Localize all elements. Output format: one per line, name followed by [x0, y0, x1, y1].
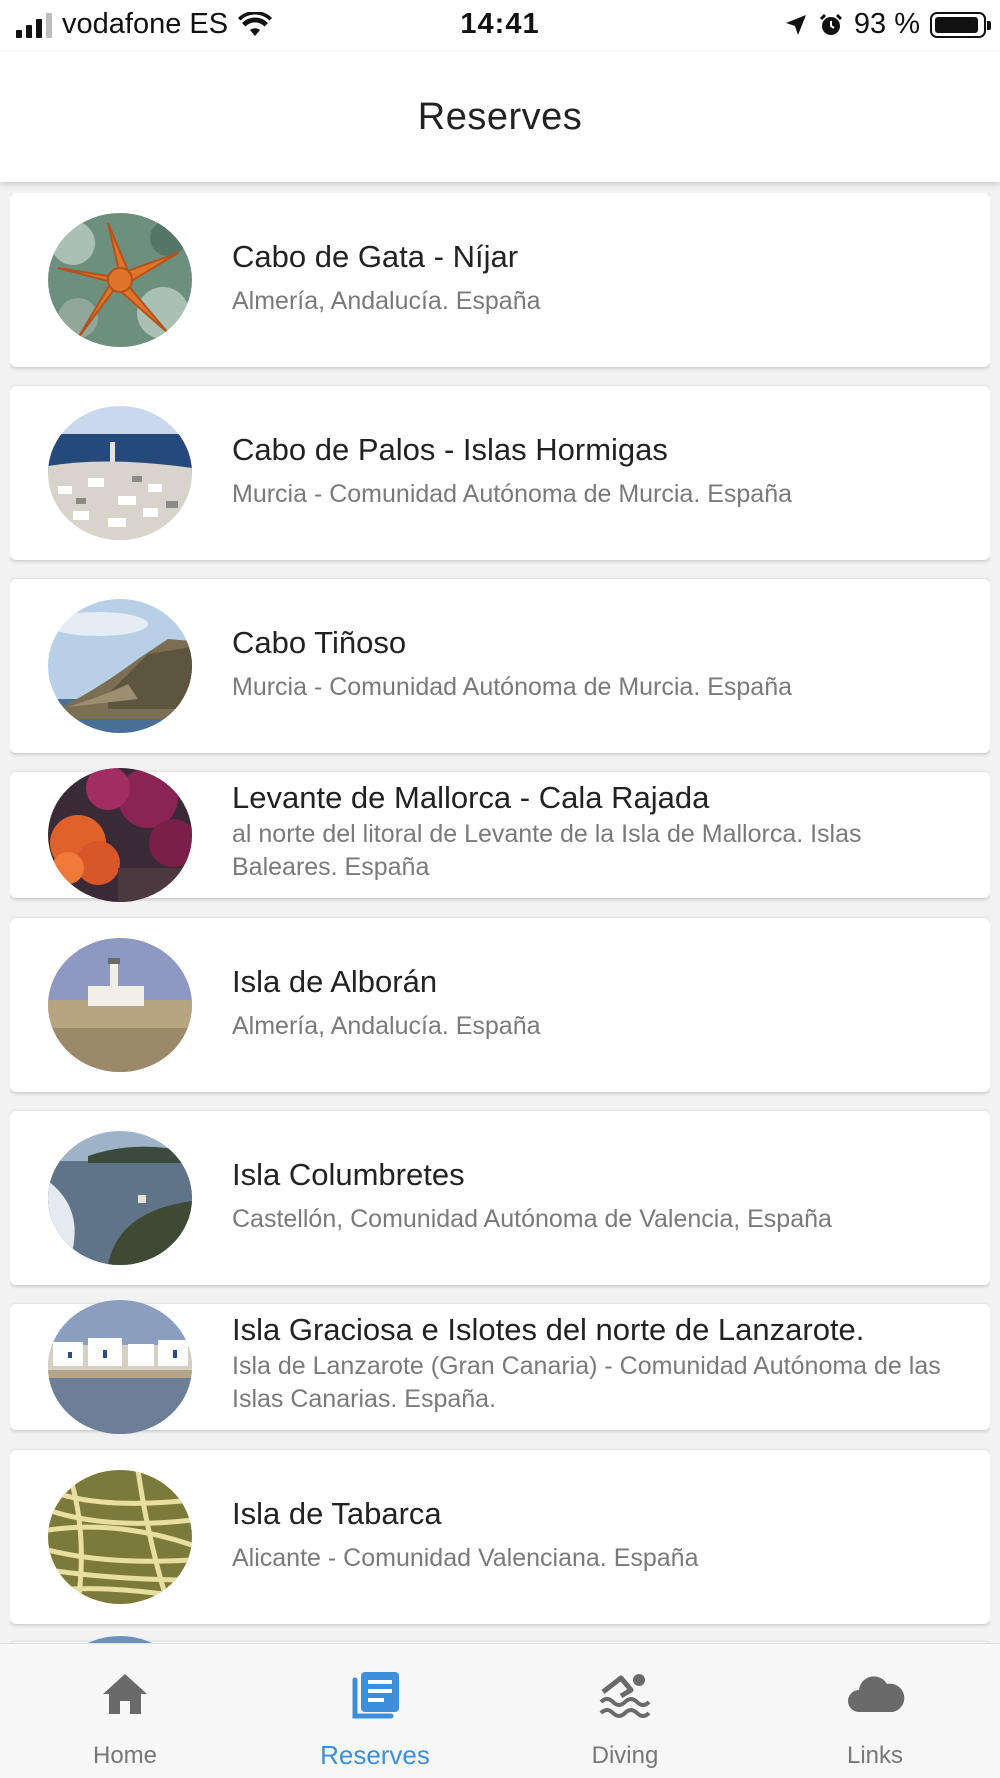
reserve-location: Castellón, Comunidad Autónoma de Valenci…: [232, 1205, 832, 1233]
tab-label: Diving: [591, 1742, 659, 1769]
reserve-title: Isla de Alborán: [232, 964, 438, 999]
reserve-thumbnail: [48, 1636, 192, 1643]
reserve-title: Isla Graciosa e Islotes del norte de Lan…: [232, 1312, 865, 1347]
reserve-thumbnail: [48, 406, 192, 540]
battery-percent: 93 %: [853, 8, 920, 40]
reserve-thumbnail: [48, 213, 192, 347]
reserve-location: Alicante - Comunidad Valenciana. España: [232, 1544, 699, 1572]
alarm-icon: [819, 13, 842, 35]
reserve-text: Cabo Tiñoso Murcia - Comunidad Autónoma …: [232, 625, 950, 704]
reserve-text: Cabo de Gata - Níjar Almería, Andalucía.…: [232, 239, 950, 318]
reserve-item-levante-de-mallorca[interactable]: Levante de Mallorca - Cala Rajada al nor…: [10, 768, 990, 902]
reserve-text: Isla de Tabarca Alicante - Comunidad Val…: [232, 1496, 950, 1575]
reserve-item-cabo-tinoso[interactable]: Cabo Tiñoso Murcia - Comunidad Autónoma …: [10, 579, 990, 753]
reserve-item-isla-graciosa[interactable]: Isla Graciosa e Islotes del norte de Lan…: [10, 1300, 990, 1434]
status-bar: vodafone ES 14:41 93 %: [0, 0, 1000, 52]
reserve-title: Isla Columbretes: [232, 1157, 465, 1192]
tab-label: Home: [92, 1742, 158, 1769]
reserve-text: Isla Graciosa e Islotes del norte de Lan…: [232, 1312, 950, 1416]
status-right: 93 %: [784, 8, 991, 41]
reserve-item-isla-de-tabarca[interactable]: Isla de Tabarca Alicante - Comunidad Val…: [10, 1450, 990, 1624]
reserve-location: al norte del litoral de Levante de la Is…: [232, 820, 862, 881]
reserve-location: Murcia - Comunidad Autónoma de Murcia. E…: [232, 480, 793, 508]
reserve-text: Cabo de Palos - Islas Hormigas Murcia - …: [232, 432, 950, 511]
reserve-location: Murcia - Comunidad Autónoma de Murcia. E…: [232, 673, 793, 701]
tab-label: Links: [846, 1742, 904, 1769]
reserve-thumbnail: [48, 938, 192, 1072]
home-icon: [0, 1670, 250, 1722]
reserve-item-isla-de-alboran[interactable]: Isla de Alborán Almería, Andalucía. Espa…: [10, 918, 990, 1092]
reserve-text: Isla de Alborán Almería, Andalucía. Espa…: [232, 964, 950, 1043]
reserve-item-cabo-de-palos[interactable]: Cabo de Palos - Islas Hormigas Murcia - …: [10, 386, 990, 560]
tab-home[interactable]: Home: [0, 1644, 250, 1778]
book-icon: [250, 1670, 500, 1722]
tab-label: Reserves: [320, 1740, 430, 1770]
reserves-list[interactable]: Cabo de Gata - Níjar Almería, Andalucía.…: [10, 193, 990, 1643]
tab-reserves[interactable]: Reserves: [250, 1644, 500, 1778]
reserve-item-isla-columbretes[interactable]: Isla Columbretes Castellón, Comunidad Au…: [10, 1111, 990, 1285]
reserve-thumbnail: [48, 1470, 192, 1604]
reserve-title: Cabo Tiñoso: [232, 625, 407, 660]
tab-links[interactable]: Links: [750, 1644, 1000, 1778]
reserve-thumbnail: [48, 768, 192, 902]
navigation-bar: Reserves: [0, 52, 1000, 182]
tab-bar: Home Reserves Diving Links: [0, 1643, 1000, 1778]
reserve-thumbnail: [48, 1131, 192, 1265]
reserve-title: Cabo de Gata - Níjar: [232, 239, 519, 274]
reserve-location: Isla de Lanzarote (Gran Canaria) - Comun…: [232, 1352, 941, 1413]
reserve-location: Almería, Andalucía. España: [232, 1012, 541, 1040]
reserve-item-cabo-de-gata[interactable]: Cabo de Gata - Níjar Almería, Andalucía.…: [10, 193, 990, 367]
tab-diving[interactable]: Diving: [500, 1644, 750, 1778]
battery-icon: [930, 11, 991, 38]
reserve-title: Isla de Tabarca: [232, 1496, 442, 1531]
swimmer-icon: [500, 1670, 750, 1722]
reserve-thumbnail: [48, 1300, 192, 1434]
reserve-text: Levante de Mallorca - Cala Rajada al nor…: [232, 780, 950, 884]
reserve-title: Cabo de Palos - Islas Hormigas: [232, 432, 668, 467]
reserve-title: Levante de Mallorca - Cala Rajada: [232, 780, 710, 815]
reserve-text: Isla Columbretes Castellón, Comunidad Au…: [232, 1157, 950, 1236]
cloud-icon: [750, 1670, 1000, 1722]
reserve-location: Almería, Andalucía. España: [232, 287, 541, 315]
location-arrow-icon: [785, 14, 806, 35]
reserve-thumbnail: [48, 599, 192, 733]
page-title: Reserves: [417, 96, 583, 138]
